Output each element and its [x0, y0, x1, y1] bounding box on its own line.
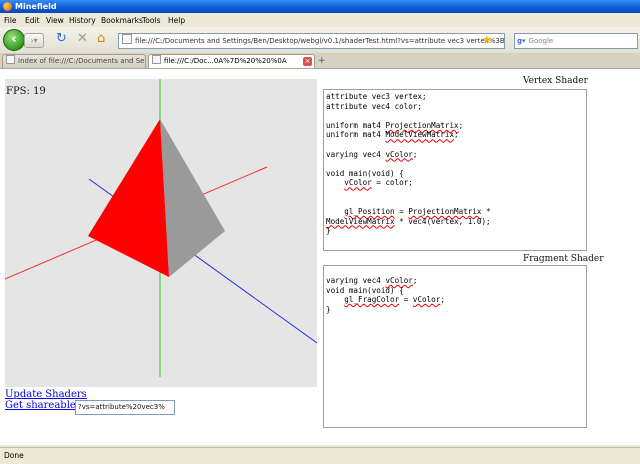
code-line: vColor = color; [344, 178, 413, 188]
code-line: uniform mat4 ProjectionMatrix; [326, 120, 464, 130]
window-title: Minefield [15, 2, 57, 11]
shareable-url-field[interactable]: ?vs=attribute%20vec3% [75, 400, 175, 415]
tab-page-icon [6, 55, 15, 64]
stop-icon[interactable]: ✕ [77, 32, 88, 46]
tab-label: file:///C:/Doc...0A%7D%20%20%0A [164, 57, 287, 65]
search-placeholder: Google [528, 37, 554, 45]
tab-close-icon[interactable]: × [303, 57, 312, 66]
code-line: } [326, 304, 331, 314]
menu-edit[interactable]: Edit [25, 14, 40, 27]
url-text: file:///C:/Documents and Settings/Ben/De… [135, 37, 505, 45]
menu-history[interactable]: History [69, 14, 96, 27]
fragment-shader-label: Fragment Shader [523, 254, 604, 264]
navigation-toolbar: ‹ ›▾ ↻ ✕ ⌂ file:///C:/Documents and Sett… [0, 27, 640, 54]
menu-bookmarks[interactable]: Bookmarks [101, 14, 143, 27]
tab-page-icon [152, 55, 161, 64]
update-shaders-link[interactable]: Update Shaders [5, 389, 102, 400]
bookmark-star-icon[interactable]: ★ [482, 33, 492, 47]
back-icon[interactable]: ‹ [3, 29, 25, 51]
menu-file[interactable]: File [4, 14, 17, 27]
code-line: void main(void) { [326, 168, 404, 178]
code-line: gl_FragColor = vColor; [344, 295, 445, 305]
scene-graphic [5, 79, 317, 377]
search-input[interactable]: g▾ Google [514, 33, 638, 49]
forward-icon[interactable]: ›▾ [24, 33, 44, 48]
google-icon[interactable]: g▾ [517, 34, 526, 48]
home-icon[interactable]: ⌂ [97, 32, 105, 46]
reload-icon[interactable]: ↻ [56, 32, 67, 46]
page-content: FPS: 19 Update Shaders Get shareable URL… [0, 69, 640, 445]
status-bar: Done [0, 447, 640, 464]
page-favicon-icon [122, 34, 132, 44]
code-line: gl_Position = ProjectionMatrix * [344, 207, 491, 217]
code-line: varying vec4 vColor; [326, 276, 418, 285]
menu-help[interactable]: Help [168, 14, 185, 27]
url-bar[interactable]: file:///C:/Documents and Settings/Ben/De… [118, 33, 505, 49]
code-line: uniform mat4 ModelViewMatrix; [326, 130, 459, 140]
new-tab-icon[interactable]: + [318, 55, 326, 67]
code-line: ModelViewMatrix * vec4(vertex, 1.0); [326, 216, 491, 226]
fps-counter: FPS: 19 [6, 86, 46, 97]
webgl-canvas[interactable]: FPS: 19 [5, 79, 317, 387]
menu-bar: File Edit View History Bookmarks Tools H… [0, 14, 640, 27]
code-line: varying vec4 vColor; [326, 149, 418, 159]
pyramid-gray-face [160, 119, 225, 277]
tab-bar: Index of file:///C:/Documents and Settin… [0, 53, 640, 69]
vertex-shader-editor[interactable]: attribute vec3 vertex; attribute vec4 col… [323, 89, 587, 251]
code-line: void main(void) { [326, 285, 404, 295]
tab-index[interactable]: Index of file:///C:/Documents and Settin… [2, 54, 146, 68]
code-line: } [326, 226, 331, 236]
code-line: attribute vec3 vertex; [326, 92, 427, 101]
pyramid-red-face [88, 119, 169, 277]
menu-tools[interactable]: Tools [142, 14, 160, 27]
fragment-shader-editor[interactable]: varying vec4 vColor; void main(void) { gl… [323, 265, 587, 428]
firefox-icon [3, 2, 12, 11]
window-titlebar: Minefield [0, 0, 640, 13]
tab-shader-test[interactable]: file:///C:/Doc...0A%7D%20%20%0A × [148, 54, 315, 68]
vertex-shader-label: Vertex Shader [523, 76, 588, 86]
code-line: attribute vec4 color; [326, 101, 423, 111]
tab-label: Index of file:///C:/Documents and Settin… [18, 57, 145, 65]
menu-view[interactable]: View [46, 14, 64, 27]
status-text: Done [4, 451, 24, 460]
